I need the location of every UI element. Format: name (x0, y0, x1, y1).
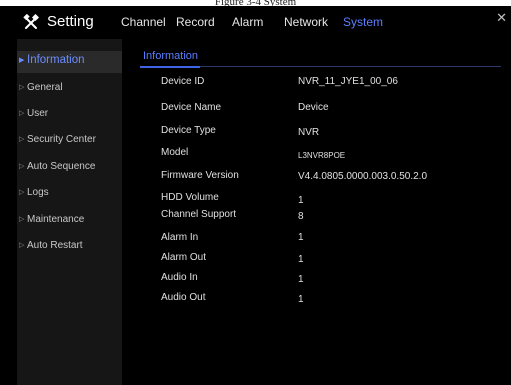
sidebar-item-maintenance[interactable]: ▷ Maintenance (17, 210, 122, 232)
field-value-device-name: Device (298, 102, 329, 113)
sidebar: ▶ Information ▷ General ▷ User ▷ Securit… (17, 39, 122, 385)
field-label-device-type: Device Type (161, 125, 216, 136)
sidebar-item-label: Maintenance (27, 214, 85, 225)
field-value-device-id: NVR_11_JYE1_00_06 (298, 76, 398, 87)
tools-icon (23, 13, 40, 31)
app-title: Setting (47, 13, 94, 30)
field-label-audio-out: Audio Out (161, 292, 206, 303)
chevron-right-icon: ▷ (19, 216, 25, 223)
field-value-firmware-version: V4.4.0805.0000.003.0.50.2.0 (298, 171, 428, 182)
field-label-channel-support: Channel Support (161, 209, 237, 220)
field-label-audio-in: Audio In (161, 272, 198, 283)
sidebar-item-general[interactable]: ▷ General (17, 78, 122, 100)
field-label-firmware-version: Firmware Version (161, 170, 239, 181)
close-icon[interactable]: ✕ (496, 10, 507, 26)
settings-window: Setting Channel Record Alarm Network Sys… (0, 6, 511, 385)
sidebar-item-logs[interactable]: ▷ Logs (17, 183, 122, 205)
chevron-right-icon: ▶ (19, 57, 25, 64)
sub-tab-information[interactable]: Information (143, 50, 198, 62)
sidebar-item-auto-sequence[interactable]: ▷ Auto Sequence (17, 157, 122, 179)
field-label-model: Model (161, 147, 189, 158)
field-value-device-type: NVR (298, 127, 320, 138)
field-label-alarm-out: Alarm Out (161, 252, 207, 263)
sidebar-item-label: Security Center (27, 134, 96, 145)
field-label-device-name: Device Name (161, 102, 222, 113)
sidebar-item-user[interactable]: ▷ User (17, 104, 122, 126)
sidebar-item-label: Information (27, 54, 85, 66)
field-label-device-id: Device ID (161, 76, 205, 87)
sidebar-item-label: User (27, 108, 49, 119)
field-value-hdd-volume: 1 (298, 195, 304, 206)
sidebar-item-label: Auto Sequence (27, 161, 96, 172)
top-bar: Setting Channel Record Alarm Network Sys… (0, 6, 511, 39)
field-value-model: L3NVR8POE (298, 151, 346, 160)
sidebar-item-security-center[interactable]: ▷ Security Center (17, 130, 122, 152)
sub-tab-underline (140, 66, 200, 68)
sidebar-item-label: General (27, 82, 63, 93)
chevron-right-icon: ▷ (19, 136, 25, 143)
field-label-hdd-volume: HDD Volume (161, 192, 219, 203)
chevron-right-icon: ▷ (19, 189, 25, 196)
sidebar-item-label: Auto Restart (27, 240, 83, 251)
field-label-alarm-in: Alarm In (161, 232, 199, 243)
tab-record[interactable]: Record (176, 15, 215, 29)
sidebar-item-label: Logs (27, 187, 49, 198)
tab-network[interactable]: Network (284, 15, 328, 29)
tab-channel[interactable]: Channel (121, 15, 166, 29)
field-value-audio-in: 1 (298, 274, 304, 285)
field-value-audio-out: 1 (298, 294, 304, 305)
field-value-alarm-out: 1 (298, 254, 304, 265)
chevron-right-icon: ▷ (19, 84, 25, 91)
tab-alarm[interactable]: Alarm (232, 15, 263, 29)
chevron-right-icon: ▷ (19, 163, 25, 170)
sidebar-item-auto-restart[interactable]: ▷ Auto Restart (17, 236, 122, 258)
field-value-channel-support: 8 (298, 211, 304, 222)
chevron-right-icon: ▷ (19, 242, 25, 249)
chevron-right-icon: ▷ (19, 110, 25, 117)
tab-system[interactable]: System (343, 15, 383, 29)
field-value-alarm-in: 1 (298, 232, 304, 243)
divider (200, 66, 501, 67)
sidebar-item-information[interactable]: ▶ Information (17, 51, 122, 73)
